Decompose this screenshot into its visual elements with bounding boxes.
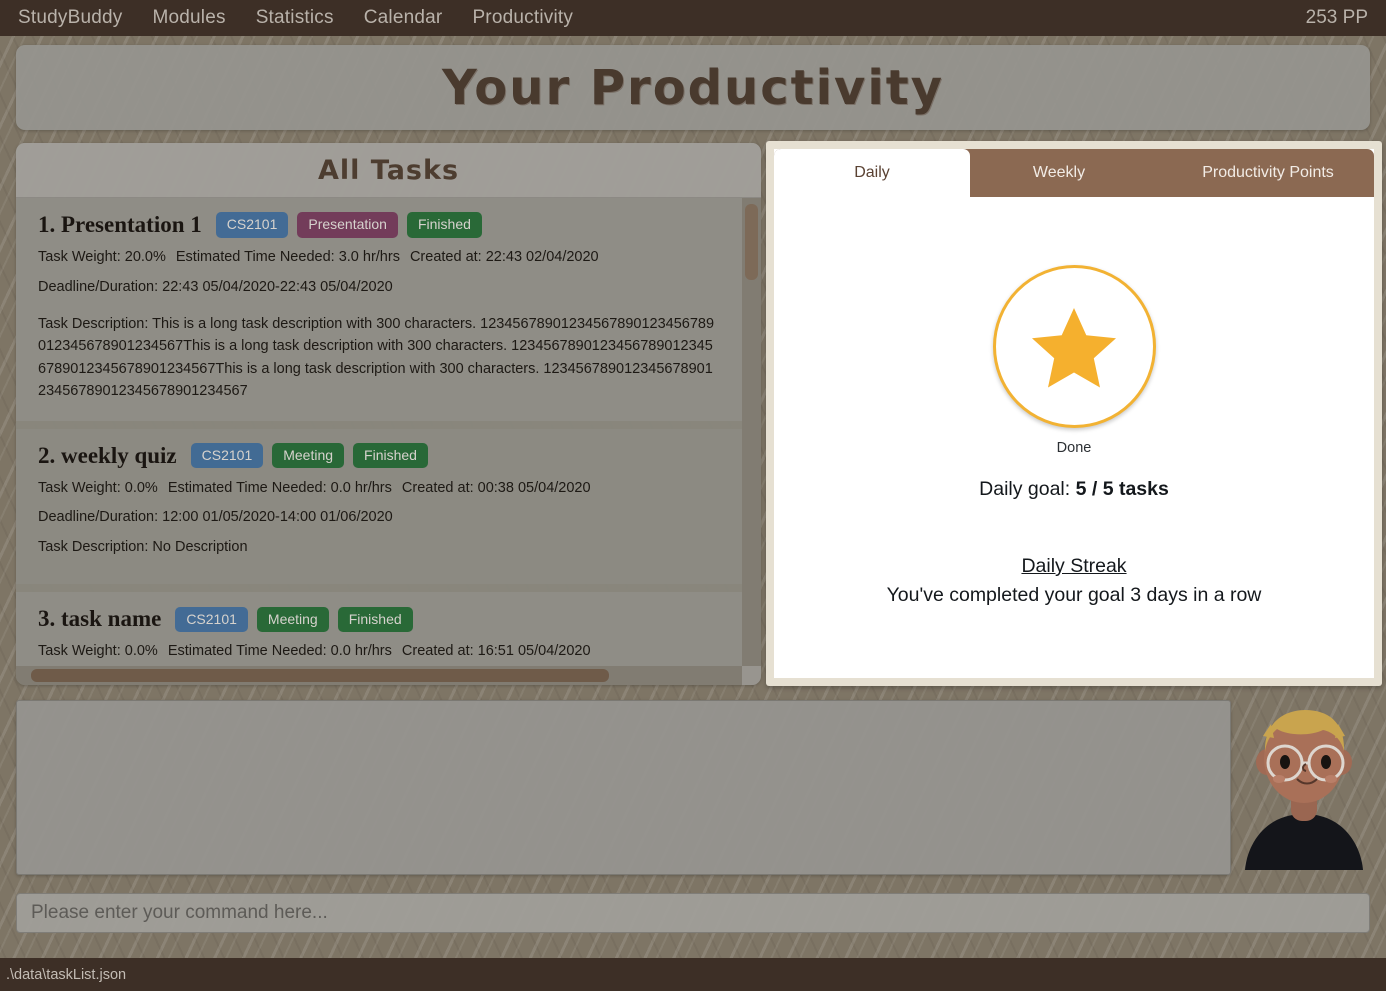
task-row[interactable]: 1. Presentation 1 CS2101 Presentation Fi… xyxy=(16,198,742,421)
task-tag-type: Meeting xyxy=(256,606,329,632)
task-title-row: 3. task name CS2101 Meeting Finished xyxy=(38,606,720,632)
task-weight: Task Weight: 0.0% xyxy=(38,643,158,660)
task-tag-module: CS2101 xyxy=(215,212,289,238)
daily-goal: Daily goal: 5 / 5 tasks xyxy=(979,478,1169,501)
daily-goal-label: Daily goal: xyxy=(979,478,1071,500)
task-meta-row: Task Weight: 0.0% Estimated Time Needed: … xyxy=(38,642,720,661)
badge-label: Done xyxy=(1056,440,1092,456)
menu-bar: StudyBuddy Modules Statistics Calendar P… xyxy=(0,0,1386,36)
command-input[interactable]: Please enter your command here... xyxy=(16,893,1370,933)
achievement-badge xyxy=(992,265,1156,428)
task-tag-type: Presentation xyxy=(297,212,398,238)
task-list-horizontal-scrollbar[interactable] xyxy=(16,666,761,685)
badge-circle xyxy=(992,265,1156,428)
task-tag-type: Meeting xyxy=(272,443,345,469)
task-tag-status: Finished xyxy=(353,443,428,469)
menu-item-modules[interactable]: Modules xyxy=(152,0,225,36)
tab-productivity-points[interactable]: Productivity Points xyxy=(1148,149,1386,197)
daily-tab-content: Done Daily goal: 5 / 5 tasks Daily Strea… xyxy=(774,197,1374,678)
task-title: 3. task name xyxy=(38,606,162,632)
statistics-tab-bar: Daily Weekly Productivity Points xyxy=(774,149,1374,197)
task-title: 2. weekly quiz xyxy=(38,442,177,468)
task-tag-status: Finished xyxy=(337,606,413,632)
menu-item-studybuddy[interactable]: StudyBuddy xyxy=(18,0,122,36)
app-window: StudyBuddy Modules Statistics Calendar P… xyxy=(0,0,1386,991)
task-tag-module: CS2101 xyxy=(175,606,248,632)
status-bar-path: .\data\taskList.json xyxy=(6,966,127,983)
task-weight: Task Weight: 0.0% xyxy=(38,479,158,496)
daily-goal-value: 5 / 5 tasks xyxy=(1075,478,1169,500)
task-estimated-time: Estimated Time Needed: 0.0 hr/hrs xyxy=(167,479,392,496)
scrollbar-thumb-vertical[interactable] xyxy=(745,204,758,280)
command-input-placeholder: Please enter your command here... xyxy=(31,902,328,923)
task-meta-row: Task Weight: 0.0% Estimated Time Needed: … xyxy=(38,479,720,498)
task-title-row: 2. weekly quiz CS2101 Meeting Finished xyxy=(38,443,720,469)
task-created-at: Created at: 00:38 05/04/2020 xyxy=(401,479,591,496)
task-description: Task Description: No Description xyxy=(38,539,248,556)
task-estimated-time: Estimated Time Needed: 3.0 hr/hrs xyxy=(175,249,400,265)
task-tag-status: Finished xyxy=(406,212,482,238)
daily-streak-text: You've completed your goal 3 days in a r… xyxy=(886,584,1262,606)
title-banner: Your Productivity xyxy=(16,45,1370,130)
menu-item-statistics[interactable]: Statistics xyxy=(256,0,334,36)
page-title: Your Productivity xyxy=(441,59,945,116)
task-scroll-viewport: 1. Presentation 1 CS2101 Presentation Fi… xyxy=(16,198,742,666)
menu-item-productivity[interactable]: Productivity xyxy=(472,0,573,36)
tab-weekly[interactable]: Weekly xyxy=(970,149,1148,197)
task-created-at: Created at: 22:43 02/04/2020 xyxy=(409,249,599,265)
task-list-vertical-scrollbar[interactable] xyxy=(742,198,761,666)
star-icon xyxy=(1032,307,1116,387)
task-created-at: Created at: 16:51 05/04/2020 xyxy=(401,643,591,660)
statistics-card: Daily Weekly Productivity Points Done Da… xyxy=(774,149,1374,678)
productivity-points-counter: 253 PP xyxy=(1305,7,1368,28)
task-weight: Task Weight: 20.0% xyxy=(38,249,166,265)
scrollbar-corner xyxy=(742,666,761,685)
task-row[interactable]: 2. weekly quiz CS2101 Meeting Finished T… xyxy=(16,428,742,585)
task-title-row: 1. Presentation 1 CS2101 Presentation Fi… xyxy=(38,212,720,238)
tab-daily[interactable]: Daily xyxy=(774,149,970,197)
task-deadline: Deadline/Duration: 12:00 01/05/2020-14:0… xyxy=(38,509,393,526)
task-tag-module: CS2101 xyxy=(190,443,264,469)
task-list-title: All Tasks xyxy=(317,154,460,186)
statistics-panel: Daily Weekly Productivity Points Done Da… xyxy=(766,141,1382,686)
task-list-body: 1. Presentation 1 CS2101 Presentation Fi… xyxy=(16,198,761,685)
console-output-panel xyxy=(16,700,1231,875)
menu-item-calendar[interactable]: Calendar xyxy=(364,0,443,36)
daily-streak-title: Daily Streak xyxy=(1021,555,1127,577)
task-list-panel: All Tasks 1. Presentation 1 CS2101 Prese… xyxy=(16,143,761,685)
task-meta-row: Task Weight: 20.0% Estimated Time Needed:… xyxy=(38,248,720,267)
task-row[interactable]: 3. task name CS2101 Meeting Finished Tas… xyxy=(16,592,742,666)
task-list-header: All Tasks xyxy=(16,143,761,198)
scrollbar-thumb-horizontal[interactable] xyxy=(31,669,609,682)
task-description: Task Description: This is a long task de… xyxy=(38,315,715,400)
avatar xyxy=(1245,710,1363,870)
task-title: 1. Presentation 1 xyxy=(38,212,202,237)
task-estimated-time: Estimated Time Needed: 0.0 hr/hrs xyxy=(167,643,392,660)
task-deadline: Deadline/Duration: 22:43 05/04/2020-22:4… xyxy=(38,278,393,295)
status-bar: .\data\taskList.json xyxy=(0,958,1386,991)
